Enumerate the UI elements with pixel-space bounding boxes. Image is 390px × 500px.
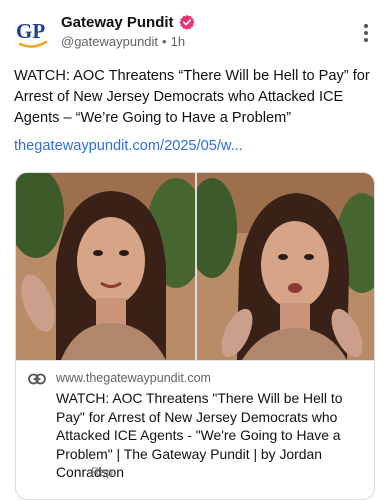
card-footer-label: Rep.: [91, 465, 117, 479]
verified-badge-icon: [178, 14, 195, 30]
handle-row: @gatewaypundit • 1h: [61, 34, 195, 49]
link-icon: [28, 373, 46, 385]
video-frame-right: [197, 173, 374, 360]
video-frame-left: [16, 173, 195, 360]
card-body: www.thegatewaypundit.com WATCH: AOC Thre…: [16, 360, 374, 480]
name-row: Gateway Pundit: [61, 12, 195, 32]
more-vertical-icon[interactable]: [356, 22, 376, 44]
avatar-text: GP: [16, 19, 45, 43]
post-link[interactable]: thegatewaypundit.com/2025/05/w...: [14, 138, 243, 154]
display-name[interactable]: Gateway Pundit: [61, 14, 174, 31]
avatar[interactable]: GP: [14, 14, 52, 52]
separator: •: [162, 34, 167, 49]
card-domain: www.thegatewaypundit.com: [56, 371, 211, 385]
post-text: WATCH: AOC Threatens “There Will be Hell…: [14, 68, 370, 126]
handle[interactable]: @gatewaypundit: [61, 34, 158, 49]
timestamp[interactable]: 1h: [171, 34, 185, 49]
gateway-pundit-logo: GP: [16, 19, 48, 48]
link-preview-card[interactable]: www.thegatewaypundit.com WATCH: AOC Thre…: [15, 172, 375, 500]
card-image[interactable]: [16, 173, 374, 360]
post-card: GP Gateway Pundit @gatewaypundit • 1h WA…: [0, 0, 390, 500]
post-header: GP Gateway Pundit @gatewaypundit • 1h: [14, 12, 376, 56]
account-meta: Gateway Pundit @gatewaypundit • 1h: [61, 12, 195, 49]
